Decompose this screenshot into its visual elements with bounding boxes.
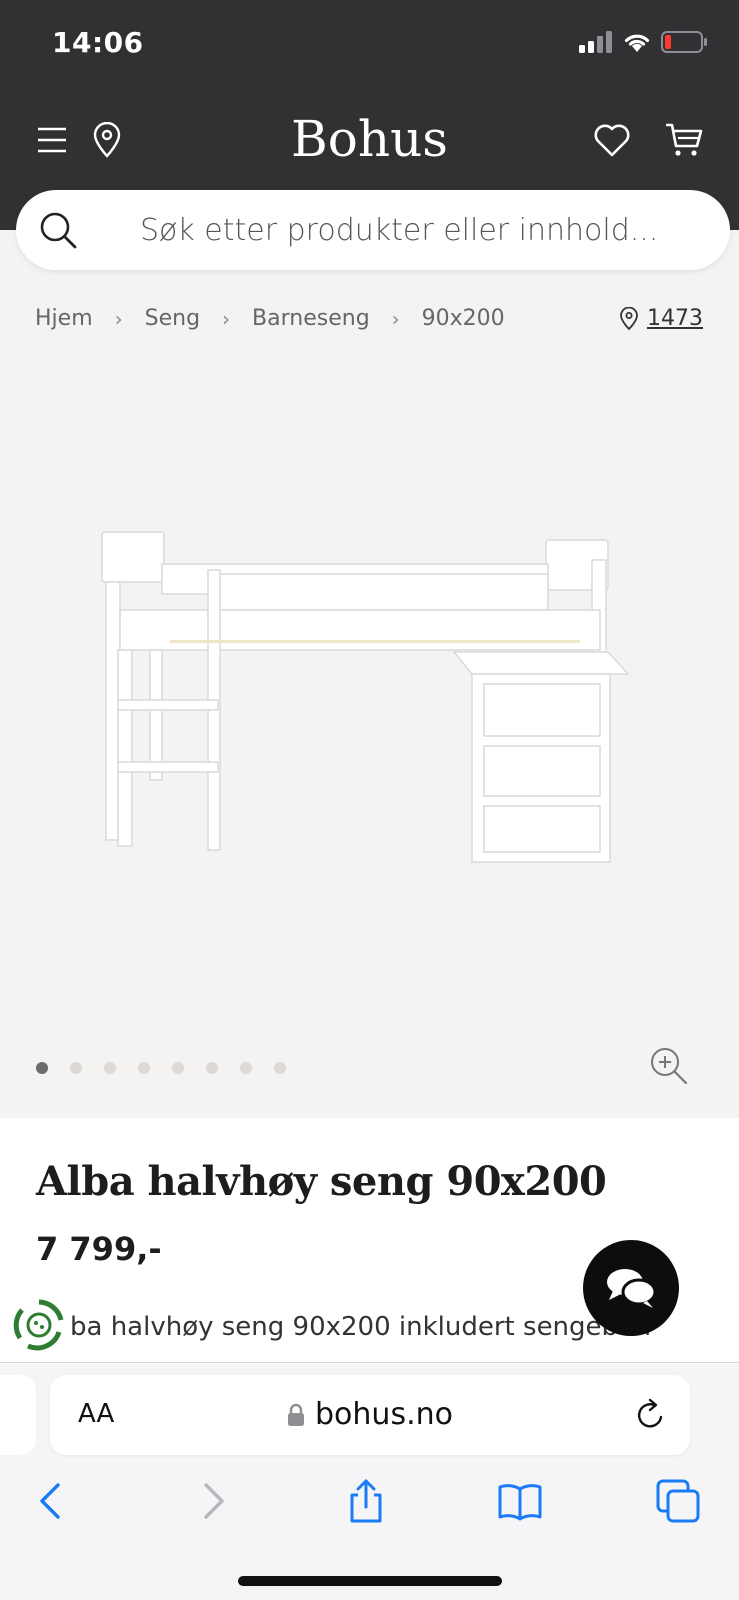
tabs-icon[interactable] (656, 1479, 700, 1523)
gallery-dot[interactable] (36, 1062, 48, 1074)
eco-badge-icon[interactable] (12, 1298, 66, 1352)
product-description: ba halvhøy seng 90x200 inkludert sengebu… (70, 1312, 650, 1342)
status-bar: 14:06 (0, 0, 739, 90)
back-icon[interactable] (30, 1479, 74, 1523)
chat-bubbles-icon (607, 1269, 657, 1308)
search-input[interactable] (140, 208, 700, 252)
breadcrumb-item-barneseng[interactable]: Barneseng (252, 306, 370, 331)
signal-icon (579, 31, 612, 53)
zoom-in-icon[interactable] (649, 1046, 689, 1086)
product-image[interactable] (100, 520, 640, 890)
store-selector[interactable]: 1473 (619, 306, 703, 331)
chat-button[interactable] (583, 1240, 679, 1336)
product-price: 7 799,- (36, 1230, 162, 1268)
chevron-right-icon: › (391, 306, 400, 331)
bookmarks-icon[interactable] (498, 1479, 542, 1523)
status-time: 14:06 (52, 26, 144, 59)
gallery-dot[interactable] (206, 1062, 218, 1074)
address-bar[interactable]: AA bohus.no (50, 1375, 690, 1455)
gallery-pagination (36, 1062, 286, 1074)
lock-icon (288, 1403, 305, 1426)
product-title: Alba halvhøy seng 90x200 (36, 1158, 607, 1205)
gallery-dot[interactable] (172, 1062, 184, 1074)
search-bar[interactable] (16, 190, 730, 270)
breadcrumb-item-current: 90x200 (421, 306, 505, 331)
gallery-dot[interactable] (70, 1062, 82, 1074)
gallery-dot[interactable] (274, 1062, 286, 1074)
url-text: bohus.no (315, 1397, 453, 1432)
breadcrumb-item-seng[interactable]: Seng (145, 306, 200, 331)
share-icon[interactable] (344, 1479, 388, 1523)
location-pin-icon (620, 306, 638, 330)
previous-tab-preview[interactable] (0, 1375, 36, 1455)
gallery-dot[interactable] (240, 1062, 252, 1074)
browser-bottom-bar: AA bohus.no (0, 1362, 739, 1600)
wifi-icon (624, 34, 650, 52)
home-indicator[interactable] (238, 1576, 502, 1586)
gallery-dot[interactable] (138, 1062, 150, 1074)
forward-icon[interactable] (190, 1479, 234, 1523)
reload-icon[interactable] (632, 1397, 668, 1433)
wishlist-heart-icon[interactable] (593, 122, 631, 158)
store-number[interactable]: 1473 (647, 306, 703, 331)
chevron-right-icon: › (114, 306, 123, 331)
breadcrumb-item-hjem[interactable]: Hjem (35, 306, 93, 331)
cart-icon[interactable] (665, 122, 703, 158)
search-icon[interactable] (38, 210, 78, 250)
battery-icon (661, 31, 707, 53)
breadcrumb: Hjem › Seng › Barneseng › 90x200 (35, 306, 505, 331)
gallery-dot[interactable] (104, 1062, 116, 1074)
url-display[interactable]: bohus.no (50, 1397, 690, 1432)
chevron-right-icon: › (222, 306, 231, 331)
status-icons (579, 30, 709, 54)
